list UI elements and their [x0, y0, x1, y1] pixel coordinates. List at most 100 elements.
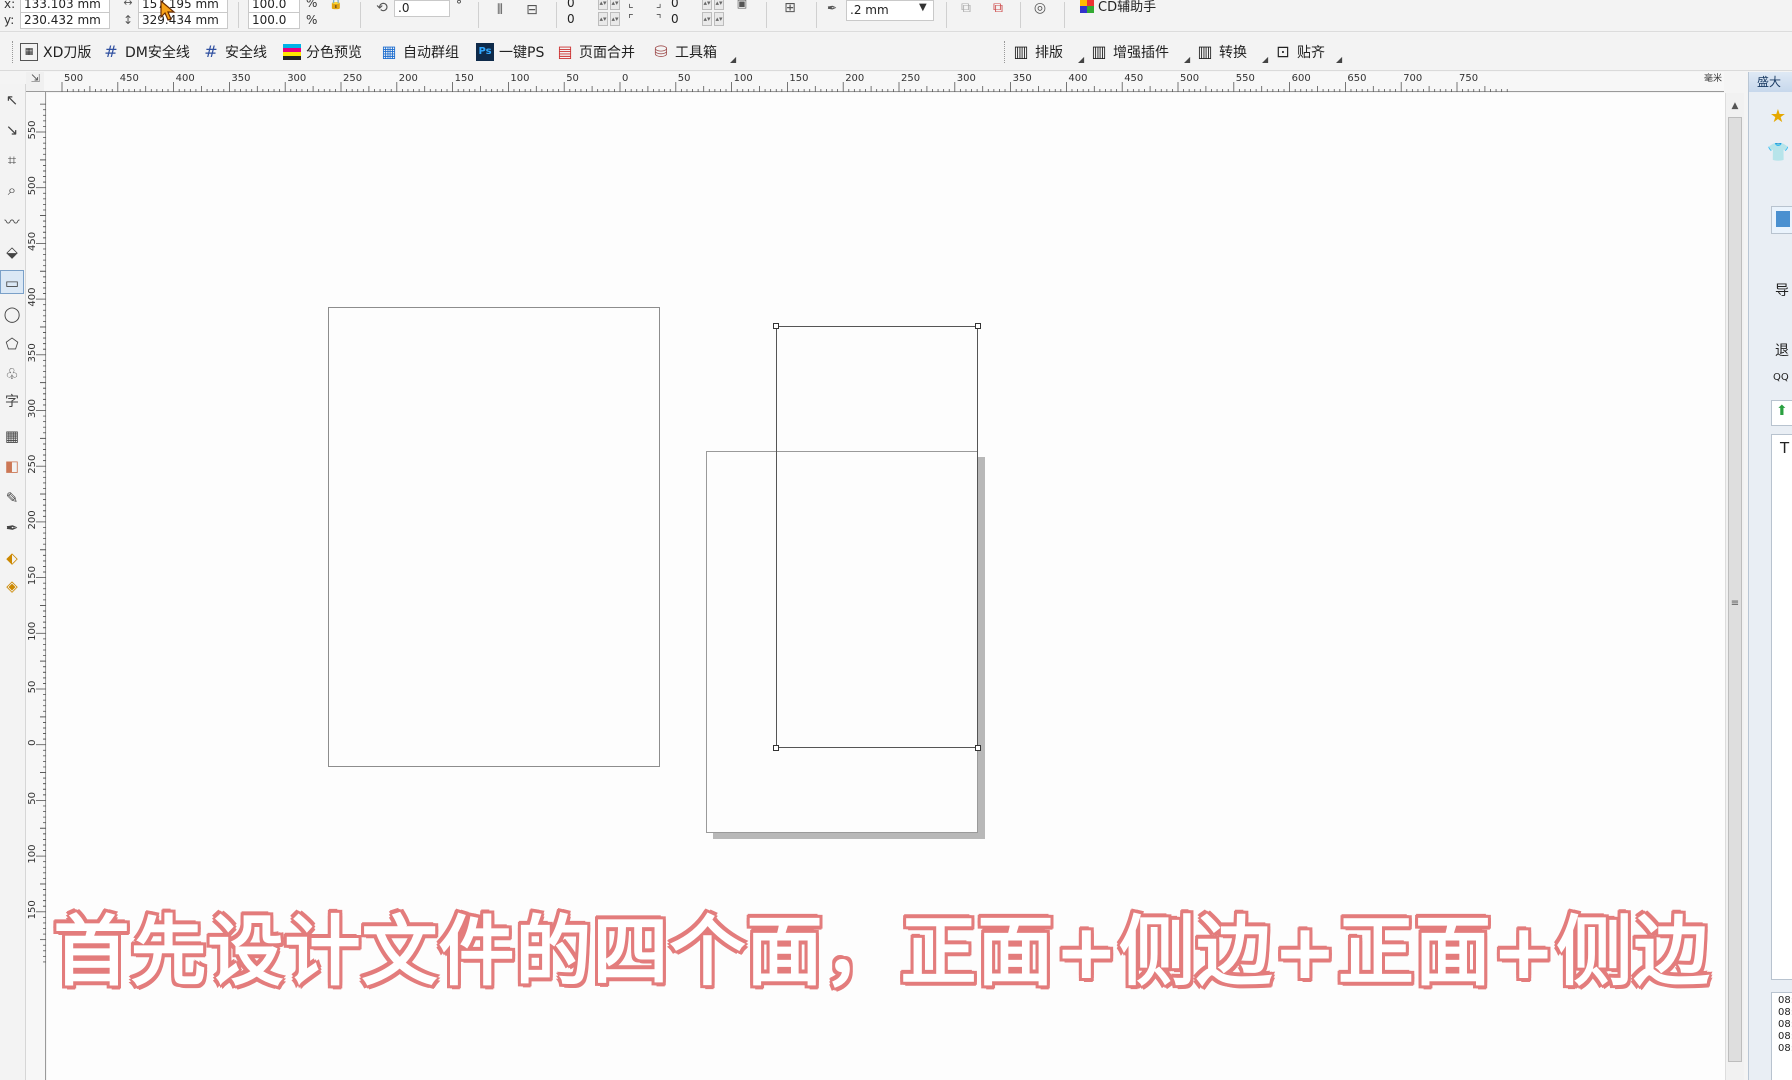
- chevron-down-icon[interactable]: ◢: [1336, 55, 1342, 64]
- selection-handle[interactable]: [975, 745, 981, 751]
- chevron-down-icon[interactable]: ▼: [919, 2, 927, 13]
- toolbar-item-snap[interactable]: ⊡ 贴齐: [1274, 41, 1325, 63]
- scale-height-field[interactable]: 100.0: [248, 12, 300, 29]
- rectangle-tool-icon[interactable]: ▭: [0, 270, 24, 294]
- eyedropper-tool-icon[interactable]: ✎: [0, 486, 24, 510]
- toolbar-overflow-icon[interactable]: ◢: [730, 55, 736, 64]
- toolbar-item-auto-group[interactable]: ▦ 自动群组: [380, 41, 459, 63]
- freehand-tool-icon[interactable]: 〰: [0, 210, 24, 234]
- interactive-fill-tool-icon[interactable]: ◈: [0, 574, 24, 598]
- outline-pen-tool-icon[interactable]: ✒: [0, 516, 24, 540]
- convert-curves-icon[interactable]: ◎: [1030, 0, 1050, 18]
- corner-bottom-left-field[interactable]: 0: [564, 12, 596, 29]
- selection-handle[interactable]: [773, 745, 779, 751]
- docker-tab[interactable]: 盛大: [1749, 72, 1792, 92]
- chevron-down-icon[interactable]: ◢: [1184, 55, 1190, 64]
- toolbar-item-dm-safety-line[interactable]: # DM安全线: [102, 41, 190, 63]
- percent-label: %: [306, 0, 318, 10]
- toolbar-item-xd-die[interactable]: ▦ XD刀版: [20, 41, 91, 63]
- spin-button[interactable]: ▴▾: [598, 12, 608, 26]
- height-field[interactable]: 329.434 mm: [138, 12, 228, 29]
- toolbar-grip[interactable]: [12, 41, 15, 63]
- spin-button[interactable]: ▴▾: [702, 12, 712, 26]
- scroll-up-icon[interactable]: ▲: [1729, 99, 1741, 113]
- ruler-tick-label: 50: [566, 73, 579, 84]
- corner-bottom-right-field[interactable]: 0: [668, 12, 700, 29]
- toolbar-item-layout[interactable]: ▥ 排版: [1012, 41, 1063, 63]
- lock-corners-icon[interactable]: ▣: [732, 0, 752, 14]
- fill-tool-icon[interactable]: ⬖: [0, 546, 24, 570]
- y-label: y:: [4, 13, 15, 27]
- mirror-vertical-icon[interactable]: ⊟: [522, 0, 542, 20]
- toolbar-item-toolbox[interactable]: ⛁ 工具箱: [652, 41, 717, 63]
- clipboard-icon: [1776, 211, 1790, 227]
- toolbar-item-page-merge[interactable]: ▤ 页面合并: [556, 41, 635, 63]
- side-panel-rectangle[interactable]: [776, 326, 978, 748]
- spin-button[interactable]: ▴▾: [598, 0, 608, 10]
- ruler-tick-label: 750: [1459, 73, 1478, 84]
- shirt-icon[interactable]: 👕: [1767, 142, 1789, 164]
- spin-button[interactable]: ▴▾: [610, 0, 620, 10]
- shape-tool-icon[interactable]: ↘: [0, 118, 24, 142]
- rotation-field[interactable]: .0: [394, 0, 450, 17]
- separator: [556, 2, 557, 28]
- ruler-tick-label: 550: [1236, 73, 1255, 84]
- spin-button[interactable]: ▴▾: [714, 12, 724, 26]
- spin-button[interactable]: ▴▾: [714, 0, 724, 10]
- toolbar-item-convert[interactable]: ▥ 转换: [1196, 41, 1247, 63]
- ruler-tick-label: 150: [789, 73, 808, 84]
- ruler-tick-label: 400: [27, 288, 38, 307]
- property-bar: x: 133.103 mm y: 230.432 mm ↔ 157.195 mm…: [0, 0, 1792, 32]
- selection-handle[interactable]: [975, 323, 981, 329]
- horizontal-ruler[interactable]: 500 450 400 350 300 250 200 150 100 50 0 50 100 150 20…: [44, 72, 1724, 92]
- refresh-button[interactable]: ⬆: [1771, 400, 1792, 426]
- ruler-tick-label: 150: [27, 566, 38, 585]
- toolbar-item-enhance-plugins[interactable]: ▥ 增强插件: [1090, 41, 1169, 63]
- cd-helper-icon: [1080, 0, 1094, 13]
- cd-helper-button[interactable]: CD辅助手: [1080, 0, 1156, 15]
- ruler-tick-label: 200: [27, 510, 38, 529]
- text-tool-icon[interactable]: 字: [0, 390, 24, 414]
- spin-button[interactable]: ▴▾: [610, 12, 620, 26]
- chevron-down-icon[interactable]: ◢: [1262, 55, 1268, 64]
- chevron-down-icon[interactable]: ◢: [1078, 55, 1084, 64]
- toolbar-item-one-click-ps[interactable]: Ps 一键PS: [476, 41, 544, 63]
- to-front-icon[interactable]: ⧉: [956, 0, 976, 18]
- percent-label: %: [306, 13, 318, 27]
- interactive-tool-icon[interactable]: ◧: [0, 454, 24, 478]
- ruler-tick-label: 350: [231, 73, 250, 84]
- lock-ratio-icon[interactable]: 🔒: [326, 0, 346, 14]
- page-merge-icon: ▤: [557, 42, 573, 61]
- log-time: 08:: [1778, 1043, 1792, 1054]
- x-label: x:: [4, 0, 16, 11]
- toolbar-item-safety-line[interactable]: # 安全线: [202, 41, 267, 63]
- docker-tab-button[interactable]: [1771, 206, 1792, 234]
- smart-fill-tool-icon[interactable]: ⬙: [0, 240, 24, 264]
- ruler-tick-label: 100: [27, 622, 38, 641]
- degree-label: °: [456, 0, 462, 12]
- toolbar-item-label: 转换: [1219, 45, 1247, 61]
- ruler-origin[interactable]: ⇲: [26, 72, 46, 92]
- front-panel-rectangle[interactable]: [328, 307, 660, 767]
- y-position-field[interactable]: 230.432 mm: [20, 12, 110, 29]
- separator: [478, 2, 479, 28]
- polygon-tool-icon[interactable]: ⬠: [0, 332, 24, 356]
- table-tool-icon[interactable]: ▦: [0, 424, 24, 448]
- basic-shapes-tool-icon[interactable]: ♧: [0, 362, 24, 386]
- toolbar-item-separation-preview[interactable]: 分色预览: [283, 41, 362, 63]
- zoom-tool-icon[interactable]: ⌕: [0, 178, 24, 202]
- ruler-tick-label: 250: [343, 73, 362, 84]
- toolbar-grip[interactable]: [1004, 41, 1007, 63]
- ruler-tick-label: 500: [1180, 73, 1199, 84]
- pick-tool-icon[interactable]: ↖: [0, 88, 24, 112]
- docker-text-t: T: [1780, 439, 1790, 457]
- crop-tool-icon[interactable]: ⌗: [0, 148, 24, 172]
- ruler-tick-label: 300: [957, 73, 976, 84]
- star-icon[interactable]: ★: [1767, 106, 1789, 128]
- wrap-text-icon[interactable]: ⊞: [780, 0, 800, 18]
- to-back-icon[interactable]: ⧉: [988, 0, 1008, 18]
- spin-button[interactable]: ▴▾: [702, 0, 712, 10]
- ellipse-tool-icon[interactable]: ◯: [0, 302, 24, 326]
- selection-handle[interactable]: [773, 323, 779, 329]
- mirror-horizontal-icon[interactable]: ⫴: [490, 0, 510, 20]
